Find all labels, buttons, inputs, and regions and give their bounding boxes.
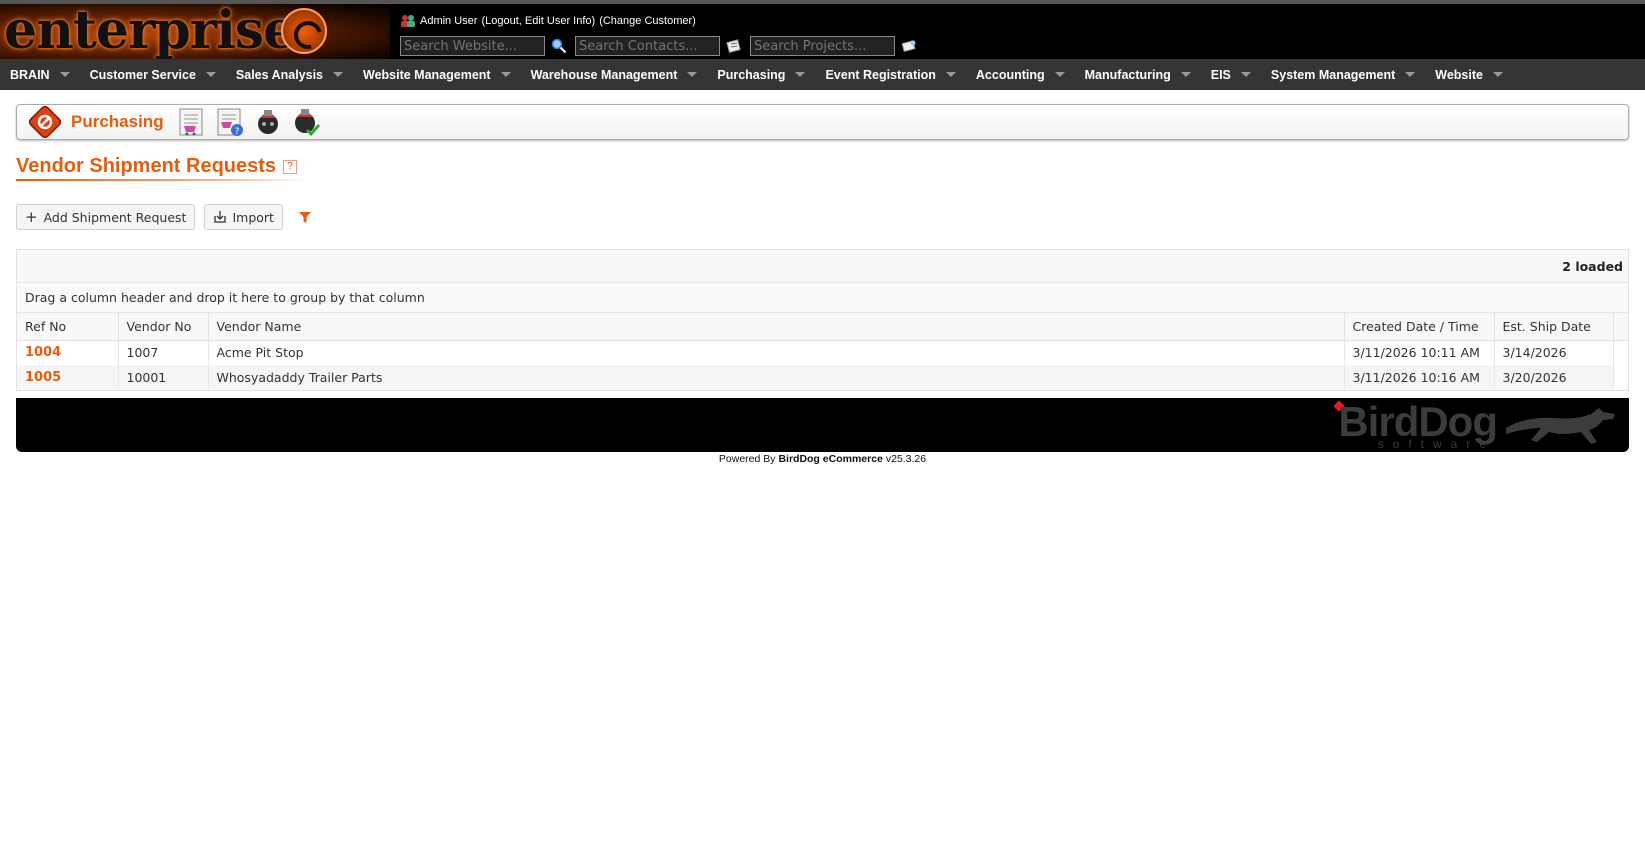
shipment-requests-grid: 2 loaded Drag a column header and drop i… — [16, 249, 1629, 391]
created-date-cell: 3/11/2026 10:16 AM — [1344, 365, 1495, 390]
caret-down-icon — [1240, 72, 1251, 77]
projects-icon — [901, 40, 916, 53]
caret-down-icon — [205, 72, 216, 77]
table-row[interactable]: 1005 10001 Whosyadaddy Trailer Parts 3/1… — [17, 365, 1628, 390]
powered-prefix: Powered By — [718, 453, 776, 465]
app-header: enterprise Admin User (Logout, Edit User… — [0, 0, 1645, 59]
nav-item-website-management[interactable]: Website Management — [363, 68, 511, 82]
nav-item-manufacturing[interactable]: Manufacturing — [1085, 68, 1191, 82]
running-dog-icon — [1506, 408, 1615, 444]
search-projects-input[interactable] — [750, 36, 895, 56]
row-spacer — [1613, 340, 1628, 365]
grid-status-bar: 2 loaded — [17, 250, 1628, 283]
ship-date-cell: 3/20/2026 — [1494, 365, 1614, 390]
column-header-ref-no[interactable]: Ref No — [17, 313, 119, 341]
row-spacer — [1613, 365, 1628, 390]
birddog-logo-subtitle: software — [1377, 437, 1495, 451]
powered-product-link[interactable]: BirdDog eCommerce — [778, 453, 882, 465]
ref-no-link[interactable]: 1005 — [17, 365, 119, 390]
user-name: Admin User — [420, 14, 478, 27]
user-links[interactable]: (Logout, Edit User Info) — [481, 15, 595, 27]
nav-item-system-management[interactable]: System Management — [1271, 68, 1416, 82]
powered-by-line: Powered By BirdDog eCommerce v25.3.26 — [0, 453, 1645, 465]
column-header-vendor-name[interactable]: Vendor Name — [208, 313, 1345, 341]
caret-down-icon — [1054, 72, 1065, 77]
purchase-order-help-icon[interactable]: ? — [214, 106, 246, 138]
search-contacts-button[interactable] — [724, 36, 744, 56]
svg-text:?: ? — [234, 127, 239, 137]
purchasing-module-icon[interactable] — [29, 106, 61, 138]
page-title-row: Vendor Shipment Requests ? — [16, 155, 298, 178]
search-website-button[interactable] — [549, 36, 569, 56]
enterprise-logo-mark-icon — [281, 8, 327, 54]
group-drop-area[interactable]: Drag a column header and drop it here to… — [17, 283, 1628, 313]
nav-item-event-registration[interactable]: Event Registration — [825, 68, 956, 82]
nav-item-customer-service[interactable]: Customer Service — [90, 68, 216, 82]
caret-down-icon — [1405, 72, 1416, 77]
column-header-ship-date[interactable]: Est. Ship Date — [1494, 313, 1614, 341]
search-website-input[interactable] — [400, 36, 545, 56]
add-shipment-request-button[interactable]: + Add Shipment Request — [16, 204, 196, 230]
import-button[interactable]: Import — [204, 204, 283, 230]
loaded-count: 2 loaded — [1562, 258, 1623, 274]
nav-item-warehouse-management[interactable]: Warehouse Management — [531, 68, 698, 82]
caret-down-icon — [687, 72, 698, 77]
ref-no-link[interactable]: 1004 — [17, 340, 119, 365]
nav-item-purchasing[interactable]: Purchasing — [717, 68, 806, 82]
vendor-name-cell: Whosyadaddy Trailer Parts — [208, 365, 1345, 390]
vendor-no-cell: 10001 — [118, 365, 209, 390]
search-contacts-input[interactable] — [575, 36, 720, 56]
caret-down-icon — [1492, 72, 1503, 77]
caret-down-icon — [1180, 72, 1191, 77]
nav-item-website[interactable]: Website — [1435, 68, 1503, 82]
column-header-vendor-no[interactable]: Vendor No — [118, 313, 209, 341]
column-header-created-date[interactable]: Created Date / Time — [1344, 313, 1495, 341]
grid-header-row: Ref No Vendor No Vendor Name Created Dat… — [17, 313, 1628, 341]
filter-icon[interactable] — [298, 210, 312, 224]
purchase-order-icon[interactable] — [176, 106, 208, 138]
version-label: v25.3.26 — [885, 453, 927, 465]
grid-toolbar: + Add Shipment Request Import — [16, 204, 312, 230]
vendor-shipment-icon[interactable] — [252, 106, 284, 138]
users-icon — [401, 15, 415, 27]
title-underline — [16, 179, 306, 181]
search-projects-button[interactable] — [899, 36, 919, 56]
main-nav: BRAIN Customer Service Sales Analysis We… — [0, 59, 1645, 90]
import-icon — [214, 211, 227, 223]
nav-item-brain[interactable]: BRAIN — [10, 68, 70, 82]
contacts-book-icon — [726, 39, 741, 53]
magnifier-icon — [551, 38, 567, 54]
created-date-cell: 3/11/2026 10:11 AM — [1344, 340, 1495, 365]
vendor-name-cell: Acme Pit Stop — [208, 340, 1345, 365]
caret-down-icon — [500, 72, 511, 77]
caret-down-icon — [333, 72, 343, 77]
module-bar: Purchasing ? — [16, 104, 1629, 140]
nav-item-accounting[interactable]: Accounting — [976, 68, 1065, 82]
grid-table: Ref No Vendor No Vendor Name Created Dat… — [17, 313, 1628, 390]
table-row[interactable]: 1004 1007 Acme Pit Stop 3/11/2026 10:11 … — [17, 340, 1628, 365]
page-footer: BirdDog software — [16, 398, 1629, 452]
user-info: Admin User (Logout, Edit User Info) (Cha… — [400, 14, 696, 27]
group-hint-text: Drag a column header and drop it here to… — [25, 290, 425, 305]
vendor-no-cell: 1007 — [118, 340, 209, 365]
caret-down-icon — [59, 72, 70, 77]
ship-date-cell: 3/14/2026 — [1494, 340, 1614, 365]
plus-icon: + — [25, 207, 38, 226]
nav-item-eis[interactable]: EIS — [1211, 68, 1251, 82]
module-title[interactable]: Purchasing — [71, 112, 164, 132]
vendor-shipment-approved-icon[interactable] — [290, 106, 322, 138]
caret-down-icon — [795, 72, 806, 77]
caret-down-icon — [945, 72, 956, 77]
scrollbar-header-spacer — [1613, 313, 1628, 341]
search-row — [400, 36, 925, 56]
nav-item-sales-analysis[interactable]: Sales Analysis — [236, 68, 343, 82]
change-customer-link[interactable]: (Change Customer) — [599, 15, 696, 27]
page-title: Vendor Shipment Requests — [16, 155, 277, 177]
help-icon[interactable]: ? — [283, 159, 298, 174]
enterprise-logo[interactable]: enterprise — [4, 4, 296, 59]
